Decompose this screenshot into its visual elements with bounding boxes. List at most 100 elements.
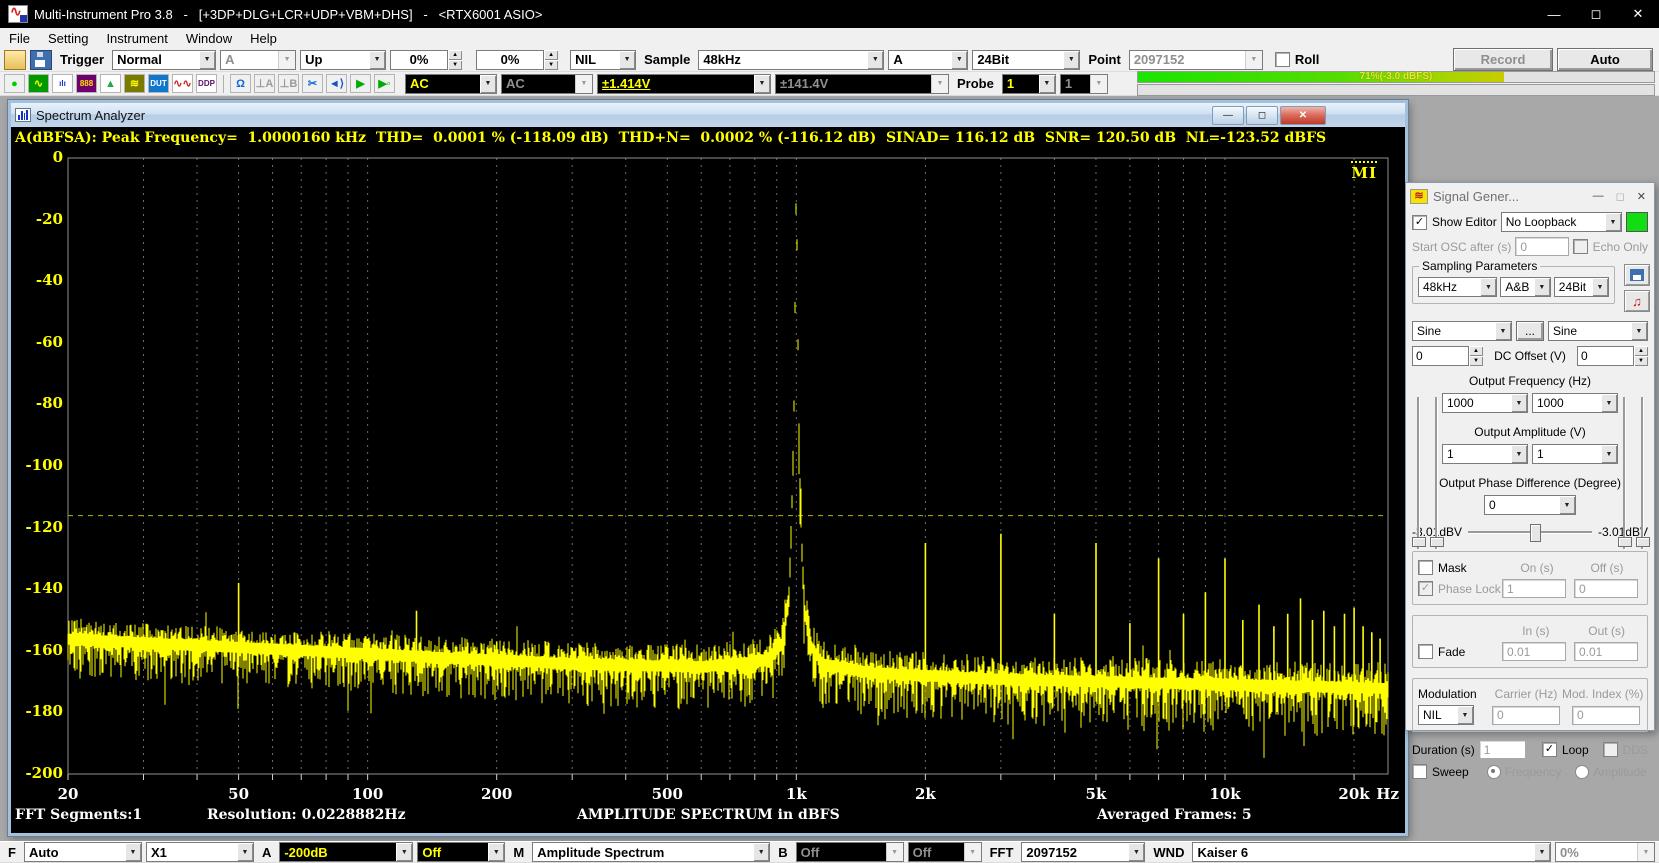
dropdown-arrow-icon[interactable]	[1511, 445, 1527, 463]
loopback-select[interactable]: No Loopback	[1501, 212, 1622, 232]
dropdown-arrow-icon[interactable]	[1605, 213, 1621, 231]
probe-a-select[interactable]: 1	[1002, 74, 1056, 94]
gen-bits-select[interactable]: 24Bit	[1554, 277, 1609, 297]
slider-thumb[interactable]	[1412, 537, 1426, 547]
amplitude-a-select[interactable]: 1	[1442, 444, 1528, 464]
gen-channel-select[interactable]: A&B	[1500, 277, 1550, 297]
music-notes-button[interactable]: ♫	[1624, 290, 1650, 312]
trigger-mode-select[interactable]: Normal	[112, 50, 216, 70]
dropdown-arrow-icon[interactable]	[754, 75, 770, 93]
input-a-icon[interactable]: ⊥A	[254, 74, 275, 93]
dropdown-arrow-icon[interactable]	[1534, 278, 1550, 296]
sound-device-icon[interactable]: ◄⟩	[326, 74, 347, 93]
amplitude-sliders-left[interactable]	[1412, 397, 1442, 549]
sweep-frequency-radio[interactable]: Frequency	[1487, 765, 1562, 779]
phase-slider[interactable]	[1466, 523, 1594, 541]
dropdown-arrow-icon[interactable]	[1480, 278, 1496, 296]
alarm-icon[interactable]: Ω	[230, 74, 251, 93]
waveform-b-select[interactable]: Sine	[1548, 321, 1648, 341]
dc-offset-b-stepper[interactable]: 0▲▼	[1577, 346, 1648, 366]
dropdown-arrow-icon[interactable]	[867, 51, 883, 69]
run-icon[interactable]: ▶	[350, 74, 371, 93]
menu-item-window[interactable]: Window	[177, 28, 241, 48]
dropdown-arrow-icon[interactable]	[1631, 322, 1647, 340]
spin-down-icon[interactable]: ▼	[448, 60, 462, 70]
amplitude-b-select[interactable]: 1	[1532, 444, 1618, 464]
fade-checkbox[interactable]: Fade	[1418, 644, 1502, 659]
slider-thumb[interactable]	[1530, 524, 1541, 542]
waveform-a-select[interactable]: Sine	[1412, 321, 1512, 341]
spectrum-restore-button[interactable]: ◻	[1246, 106, 1278, 125]
loop-checkbox[interactable]: Loop	[1542, 742, 1589, 757]
signal-generator-titlebar[interactable]: ≋ Signal Gener... — ◻ ✕	[1406, 183, 1654, 207]
input-b-icon[interactable]: ⊥B	[278, 74, 299, 93]
slider-thumb[interactable]	[1618, 537, 1632, 547]
spin-up-icon[interactable]: ▲	[1469, 346, 1483, 356]
amplitude-sliders-right[interactable]	[1618, 397, 1648, 549]
coupling-a-select[interactable]: AC	[405, 74, 497, 94]
dropdown-arrow-icon[interactable]	[1063, 51, 1079, 69]
spectrum-plot-box[interactable]: MI	[67, 157, 1389, 781]
dropdown-arrow-icon[interactable]	[1534, 843, 1550, 861]
range-a-display-select[interactable]: -200dB	[279, 842, 413, 862]
siggen-minimize-button[interactable]: —	[1593, 190, 1604, 203]
dropdown-arrow-icon[interactable]	[396, 843, 412, 861]
app-close-button[interactable]: ✕	[1617, 0, 1659, 28]
device-test-plan-icon[interactable]: DUT	[148, 74, 169, 93]
sampling-bits-select[interactable]: 24Bit	[972, 50, 1080, 70]
calibration-icon[interactable]: ✂	[302, 74, 323, 93]
range-a-select[interactable]: ±1.414V	[597, 74, 771, 94]
menu-item-instrument[interactable]: Instrument	[97, 28, 176, 48]
dropdown-arrow-icon[interactable]	[1511, 394, 1527, 412]
frequency-a-select[interactable]: 1000	[1442, 393, 1528, 413]
gen-sampling-rate-select[interactable]: 48kHz	[1418, 277, 1497, 297]
menu-item-setting[interactable]: Setting	[39, 28, 97, 48]
trigger-edge-select[interactable]: Up	[300, 50, 386, 70]
trigger-level-stepper[interactable]: 0%▲▼	[390, 50, 462, 70]
spectrum-3d-plotter-icon[interactable]: ▲	[100, 74, 121, 93]
window-function-select[interactable]: Kaiser 6	[1192, 842, 1551, 862]
spin-down-icon[interactable]: ▼	[1634, 356, 1648, 366]
save-signal-button[interactable]	[1624, 264, 1650, 286]
multimeter-icon[interactable]: 888	[76, 74, 97, 93]
dropdown-arrow-icon[interactable]	[1559, 496, 1575, 514]
record-ready-icon[interactable]: ●	[4, 74, 25, 93]
slider-thumb[interactable]	[1636, 537, 1650, 547]
sweep-amplitude-radio[interactable]: Amplitude	[1575, 765, 1646, 779]
spin-up-icon[interactable]: ▲	[544, 50, 558, 60]
trigger-hpf-select[interactable]: NIL	[570, 50, 636, 70]
dropdown-arrow-icon[interactable]	[199, 51, 215, 69]
menu-item-file[interactable]: File	[0, 28, 39, 48]
sampling-rate-select[interactable]: 48kHz	[698, 50, 884, 70]
auto-button[interactable]: Auto	[1557, 48, 1653, 71]
menu-item-help[interactable]: Help	[241, 28, 286, 48]
dropdown-arrow-icon[interactable]	[619, 51, 635, 69]
app-maximize-button[interactable]: ◻	[1575, 0, 1617, 28]
spectrum-minimize-button[interactable]: —	[1212, 106, 1244, 125]
slider-a-right[interactable]	[1618, 397, 1630, 549]
dropdown-arrow-icon[interactable]	[1592, 278, 1608, 296]
sweep-checkbox[interactable]: Sweep	[1412, 764, 1469, 779]
signal-generator-icon[interactable]: ≋	[124, 74, 145, 93]
generator-run-button[interactable]	[1626, 212, 1648, 232]
oscilloscope-icon[interactable]: ∿	[28, 74, 49, 93]
dropdown-arrow-icon[interactable]	[1039, 75, 1055, 93]
dropdown-arrow-icon[interactable]	[951, 51, 967, 69]
dropdown-arrow-icon[interactable]	[237, 843, 253, 861]
zoom-select[interactable]: X1	[146, 842, 254, 862]
dropdown-arrow-icon[interactable]	[1495, 322, 1511, 340]
spin-up-icon[interactable]: ▲	[1634, 346, 1648, 356]
show-editor-checkbox[interactable]: Show Editor	[1412, 215, 1497, 230]
dropdown-arrow-icon[interactable]	[480, 75, 496, 93]
dropdown-arrow-icon[interactable]	[1128, 843, 1144, 861]
dropdown-arrow-icon[interactable]	[125, 843, 141, 861]
spin-down-icon[interactable]: ▼	[1469, 356, 1483, 366]
dropdown-arrow-icon[interactable]	[1601, 445, 1617, 463]
spectrum-close-button[interactable]: ✕	[1280, 106, 1326, 125]
slider-a-left[interactable]	[1412, 397, 1424, 549]
phase-select[interactable]: 0	[1484, 495, 1576, 515]
dropdown-arrow-icon[interactable]	[753, 843, 769, 861]
dropdown-arrow-icon[interactable]	[1457, 706, 1473, 724]
mask-checkbox[interactable]: Mask	[1418, 560, 1502, 575]
spin-down-icon[interactable]: ▼	[544, 60, 558, 70]
